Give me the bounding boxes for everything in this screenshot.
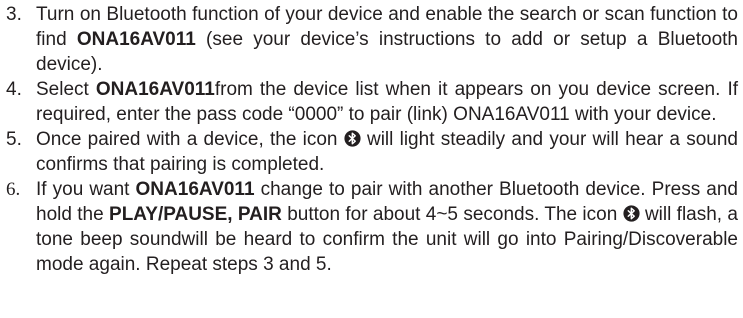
step-text: button for about 4~5 seconds. The icon [281,204,623,225]
step-6: 6. If you want ONA16AV011 change to pair … [6,177,738,277]
step-5: 5. Once paired with a device, the icon wi… [6,127,738,177]
step-number: 5. [6,129,22,150]
device-name: ONA16AV011 [95,79,215,100]
device-name: ONA16AV011 [135,179,255,200]
step-4: 4. Select ONA16AV011from the device list … [6,77,738,127]
button-name: PLAY/PAUSE, PAIR [109,204,282,225]
step-number: 4. [6,79,22,100]
step-number: 3. [6,4,22,25]
step-text: Select [36,79,96,100]
step-3: 3. Turn on Bluetooth function of your dev… [6,2,738,77]
instruction-steps: 3. Turn on Bluetooth function of your dev… [6,2,738,277]
bluetooth-icon [344,130,361,147]
step-text: If you want [36,179,136,200]
device-name: ONA16AV011 [76,29,196,50]
step-text: Once paired with a device, the icon [36,129,344,150]
bluetooth-icon [623,205,640,222]
step-number: 6. [6,179,21,200]
